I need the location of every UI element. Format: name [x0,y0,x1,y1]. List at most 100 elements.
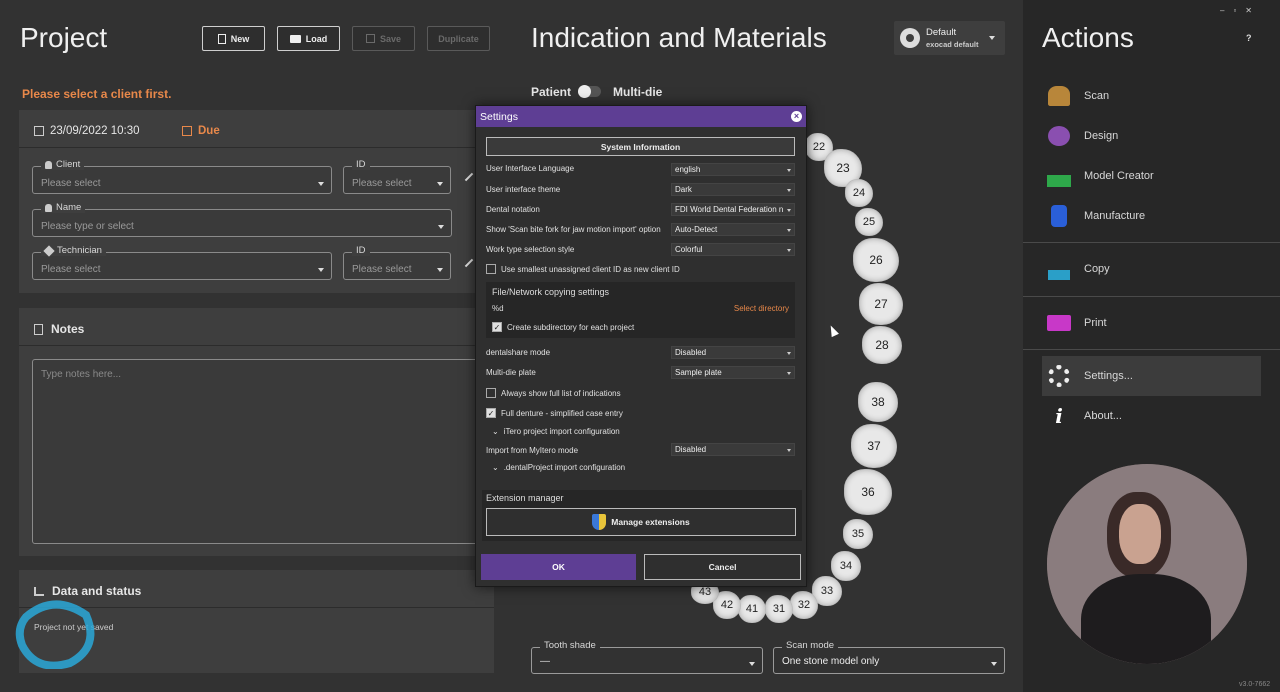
work-type-style-select[interactable]: Colorful [671,243,795,256]
tooth-41[interactable]: 41 [738,595,766,623]
ok-button[interactable]: OK [481,554,636,580]
tooth-35[interactable]: 35 [843,519,873,549]
duplicate-button[interactable]: Duplicate [427,26,490,51]
file-copy-group: File/Network copying settings %d Select … [486,282,795,338]
manage-extensions-button[interactable]: Manage extensions [486,508,796,536]
cancel-button[interactable]: Cancel [644,554,801,580]
action-about[interactable]: i About... [1046,403,1122,429]
checkbox-icon [486,388,496,398]
tooth-24[interactable]: 24 [845,179,873,207]
edit-pencil-icon[interactable] [464,172,474,182]
help-button[interactable]: ? [1246,33,1252,43]
client-select[interactable]: Client Please select [32,159,332,194]
chevron-down-icon [437,182,443,186]
copy-icon [1046,256,1072,282]
action-about-label: About... [1084,410,1122,422]
action-copy-label: Copy [1084,263,1110,275]
notes-textarea[interactable]: Type notes here... [32,359,480,544]
scan-mode-label: Scan mode [782,640,839,651]
tooth-27[interactable]: 27 [859,283,903,325]
preset-selector[interactable]: Default exocad default [894,21,1005,55]
scan-mode-select[interactable]: Scan mode One stone model only [773,640,1005,674]
tooth-31[interactable]: 31 [765,595,793,623]
system-information-button[interactable]: System Information [486,137,795,156]
manufacture-icon [1046,203,1072,229]
create-subdir-label: Create subdirectory for each project [507,322,635,332]
name-placeholder: Please type or select [41,221,134,232]
action-manufacture[interactable]: Manufacture [1046,203,1145,229]
extension-manager-group: Extension manager Manage extensions [482,490,802,541]
scan-bite-fork-label: Show 'Scan bite fork for jaw motion impo… [486,225,661,234]
technician-select[interactable]: Technician Please select [32,244,332,280]
tooth-38[interactable]: 38 [858,382,898,422]
notes-title: Notes [51,322,85,336]
info-icon: i [1055,404,1063,428]
chevron-down-icon [989,36,995,40]
tooth-36[interactable]: 36 [844,469,892,515]
name-select[interactable]: Name Please type or select [32,202,452,237]
always-show-label: Always show full list of indications [501,388,621,398]
preset-subtitle: exocad default [926,40,979,49]
load-button[interactable]: Load [277,26,340,51]
tooth-32[interactable]: 32 [790,591,818,619]
notes-placeholder: Type notes here... [41,369,122,380]
tooth-26[interactable]: 26 [853,238,899,282]
calendar-icon [34,126,44,136]
action-scan[interactable]: Scan [1046,83,1109,109]
ui-theme-select[interactable]: Dark [671,183,795,196]
tooth-28[interactable]: 28 [862,326,902,364]
edit-pencil-icon[interactable] [464,258,474,268]
settings-dialog: Settings × System Information User Inter… [475,105,807,587]
folder-icon [289,34,301,43]
mouse-cursor [827,323,839,338]
technician-id-select[interactable]: ID Please select [343,245,451,280]
create-subdir-checkbox[interactable]: ✓ Create subdirectory for each project [492,322,634,332]
action-design-label: Design [1084,130,1119,142]
client-id-label: ID [352,159,370,170]
technician-id-label: ID [352,245,370,256]
mytero-mode-select[interactable]: Disabled [671,443,795,456]
action-model-creator[interactable]: Model Creator [1046,163,1154,189]
use-smallest-id-checkbox[interactable]: Use smallest unassigned client ID as new… [486,264,680,274]
technician-label: Technician [41,244,106,257]
notes-header: Notes [34,322,84,336]
client-label: Client [41,159,85,170]
dentalshare-select[interactable]: Disabled [671,346,795,359]
tooth-37[interactable]: 37 [851,424,897,468]
dental-notation-select[interactable]: FDI World Dental Federation n [671,203,795,216]
action-copy[interactable]: Copy [1046,256,1110,282]
tooth-shade-select[interactable]: Tooth shade — [531,640,763,674]
divider [1023,296,1280,297]
action-design[interactable]: Design [1046,123,1118,149]
close-icon[interactable]: × [791,111,802,122]
file-copy-path: %d [492,304,504,313]
shield-icon [592,514,607,530]
new-file-icon [217,33,226,44]
multidie-plate-select[interactable]: Sample plate [671,366,795,379]
checkmark-icon: ✓ [486,408,496,418]
extension-manager-title: Extension manager [486,493,564,503]
multidie-toggle[interactable] [578,85,601,98]
dental-project-config-expander[interactable]: ⌄ .dentalProject import configuration [492,463,625,472]
load-label: Load [305,33,328,44]
ui-language-select[interactable]: english [671,163,795,176]
client-id-select[interactable]: ID Please select [343,159,451,194]
action-settings[interactable]: Settings... [1046,363,1133,389]
save-button[interactable]: Save [352,26,415,51]
scan-bite-fork-select[interactable]: Auto-Detect [671,223,795,236]
full-denture-checkbox[interactable]: ✓ Full denture - simplified case entry [486,408,623,418]
tooth-25[interactable]: 25 [855,208,883,236]
gear-icon [1046,363,1072,389]
always-show-checkbox[interactable]: Always show full list of indications [486,388,621,398]
window-controls[interactable]: –▫✕ [1220,6,1261,15]
new-button[interactable]: New [202,26,265,51]
indication-title: Indication and Materials [531,22,827,53]
action-print[interactable]: Print [1046,310,1107,336]
dentalshare-label: dentalshare mode [486,348,551,357]
select-directory-link[interactable]: Select directory [734,304,789,313]
due-row[interactable]: Due [182,125,220,137]
tooth-34[interactable]: 34 [831,551,861,581]
itero-config-expander[interactable]: ⌄ iTero project import configuration [492,427,620,436]
chevron-down-icon [437,268,443,272]
gear-icon [900,28,920,48]
